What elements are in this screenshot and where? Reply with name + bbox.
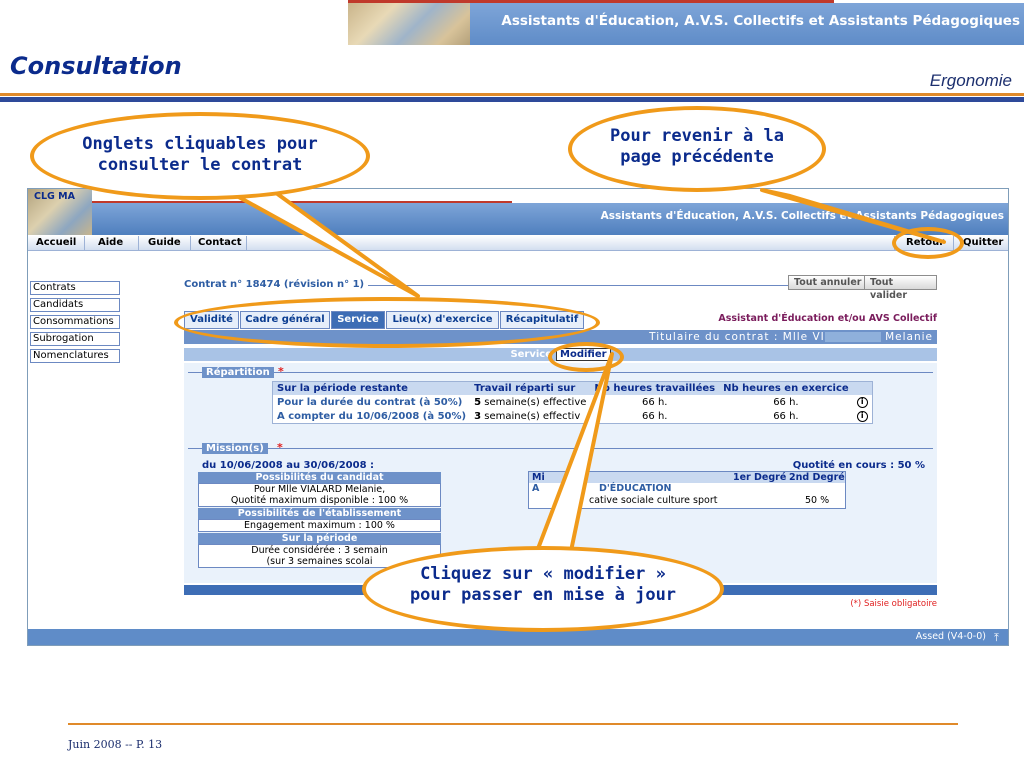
version-label: Assed (V4-0-0)	[915, 631, 986, 642]
menu-guide[interactable]: Guide	[148, 237, 181, 248]
validate-all-button[interactable]: Tout valider	[864, 275, 937, 301]
mission-legend: Mission(s)	[202, 443, 268, 454]
quota-current: Quotité en cours : 50 %	[792, 460, 925, 471]
service-label: Service	[510, 349, 553, 360]
holder-name: Melanie	[880, 331, 933, 343]
slide-divider	[0, 93, 1024, 102]
info-icon[interactable]: i	[856, 411, 868, 422]
required-note: (*) Saisie obligatoire	[850, 599, 937, 609]
footer-divider	[68, 723, 958, 725]
slide-title: Consultation	[10, 52, 182, 80]
school-box: Engagement maximum : 100 %	[198, 519, 441, 532]
table-header: Travail réparti sur	[470, 381, 591, 395]
candidate-box: Pour Mlle VIALARD Melanie, Quotité maxim…	[198, 483, 441, 507]
holder-label: Titulaire du contrat : Mlle VI	[649, 331, 825, 343]
school-name: CLG MA	[34, 191, 75, 202]
menu-aide[interactable]: Aide	[98, 237, 123, 248]
candidate-header: Possibilités du candidat	[198, 472, 441, 483]
table-header: Nb heures travaillées	[590, 381, 720, 395]
sidebar-item-nomenclatures[interactable]: Nomenclatures	[30, 349, 120, 363]
info-icon[interactable]: i	[856, 397, 868, 408]
slide-subtitle: Ergonomie	[929, 71, 1012, 90]
menu-quitter[interactable]: Quitter	[963, 237, 1003, 248]
repartition-table: Sur la période restante Travail réparti …	[272, 381, 873, 424]
contract-title: Contrat n° 18474 (révision n° 1)	[184, 279, 369, 290]
menu-contact[interactable]: Contact	[198, 237, 242, 248]
mission-table: Mi 1er Degré 2nd Degré A D'ÉDUCATION cat…	[528, 471, 846, 509]
school-header: Possibilités de l'établissement	[198, 508, 441, 519]
scroll-top-icon[interactable]: ⤒	[994, 631, 999, 645]
table-row: A compter du 10/06/2008 (à 50%) 3 semain…	[273, 409, 873, 424]
back-callout: Pour revenir à la page précédente	[568, 106, 826, 192]
tabs-highlight-ring	[174, 297, 600, 348]
menu-accueil[interactable]: Accueil	[36, 237, 76, 248]
banner-photo	[348, 3, 470, 45]
tabs-callout: Onglets cliquables pour consulter le con…	[30, 112, 370, 200]
sidebar-item-contrats[interactable]: Contrats	[30, 281, 120, 295]
cancel-all-button[interactable]: Tout annuler	[788, 275, 868, 290]
sidebar-item-candidats[interactable]: Candidats	[30, 298, 120, 312]
sidebar-item-consommations[interactable]: Consommations	[30, 315, 120, 329]
menu-bar: Accueil Aide Guide Contact Retour Quitte…	[28, 235, 1008, 251]
table-row: Pour la durée du contrat (à 50%) 5 semai…	[273, 395, 873, 409]
slide-banner: Assistants d'Éducation, A.V.S. Collectif…	[348, 0, 1024, 46]
role-label: Assistant d'Éducation et/ou AVS Collecti…	[718, 313, 937, 324]
slide-footer: Juin 2008 -- P. 13	[68, 738, 163, 751]
modify-highlight-ring	[548, 342, 624, 372]
repartition-legend: Répartition	[202, 367, 274, 378]
mission-period: du 10/06/2008 au 30/06/2008 :	[202, 460, 375, 471]
required-mark: *	[277, 441, 283, 454]
app-title: Assistants d'Éducation, A.V.S. Collectif…	[600, 210, 1004, 222]
period-header: Sur la période	[198, 533, 441, 544]
table-header: Sur la période restante	[272, 381, 471, 395]
modify-callout: Cliquez sur « modifier » pour passer en …	[362, 546, 724, 632]
sidebar-item-subrogation[interactable]: Subrogation	[30, 332, 120, 346]
banner-title: Assistants d'Éducation, A.V.S. Collectif…	[501, 13, 1020, 29]
retour-highlight-ring	[892, 227, 964, 259]
required-mark: *	[278, 365, 284, 378]
table-header: Nb heures en exercice	[719, 381, 853, 395]
